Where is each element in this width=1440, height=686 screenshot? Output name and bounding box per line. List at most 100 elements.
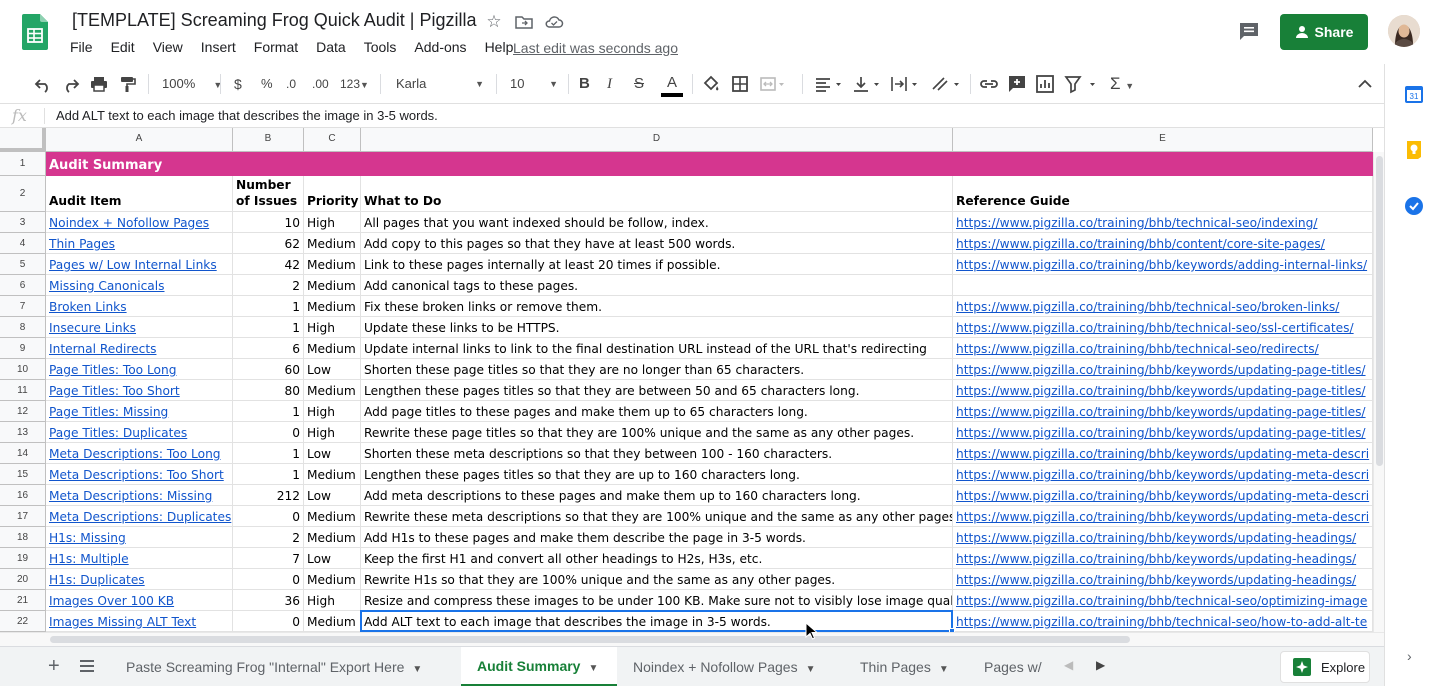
reference-guide-link[interactable] bbox=[953, 275, 1373, 296]
insert-link-icon[interactable] bbox=[979, 74, 999, 94]
issue-count-cell[interactable]: 0 bbox=[233, 506, 304, 527]
priority-cell[interactable]: Medium bbox=[304, 611, 361, 632]
issue-count-cell[interactable]: 60 bbox=[233, 359, 304, 380]
issue-count-cell[interactable]: 62 bbox=[233, 233, 304, 254]
row-header[interactable]: 19 bbox=[0, 548, 46, 569]
row-header[interactable]: 1 bbox=[0, 152, 46, 176]
issue-count-cell[interactable]: 2 bbox=[233, 527, 304, 548]
reference-guide-link[interactable]: https://www.pigzilla.co/training/bhb/key… bbox=[953, 485, 1373, 506]
summary-title-cell[interactable]: Audit Summary bbox=[46, 152, 1373, 176]
insert-chart-icon[interactable] bbox=[1036, 74, 1054, 94]
explore-button[interactable]: Explore bbox=[1280, 651, 1370, 683]
audit-item-link[interactable]: Meta Descriptions: Missing bbox=[46, 485, 233, 506]
scroll-tabs-left-icon[interactable]: ◀ bbox=[1064, 658, 1073, 672]
expand-side-panel-icon[interactable]: › bbox=[1407, 648, 1412, 664]
row-header[interactable]: 10 bbox=[0, 359, 46, 380]
reference-guide-link[interactable]: https://www.pigzilla.co/training/bhb/con… bbox=[953, 233, 1373, 254]
audit-item-link[interactable]: Broken Links bbox=[46, 296, 233, 317]
audit-item-link[interactable]: Page Titles: Too Short bbox=[46, 380, 233, 401]
row-header[interactable]: 12 bbox=[0, 401, 46, 422]
bold-button[interactable]: B bbox=[579, 74, 590, 94]
what-to-do-cell[interactable]: Lengthen these pages titles so that they… bbox=[361, 380, 953, 401]
reference-guide-link[interactable]: https://www.pigzilla.co/training/bhb/key… bbox=[953, 254, 1373, 275]
what-to-do-cell[interactable]: Add canonical tags to these pages. bbox=[361, 275, 953, 296]
reference-guide-link[interactable]: https://www.pigzilla.co/training/bhb/key… bbox=[953, 548, 1373, 569]
issue-count-cell[interactable]: 7 bbox=[233, 548, 304, 569]
audit-item-link[interactable]: Meta Descriptions: Too Long bbox=[46, 443, 233, 464]
reference-guide-link[interactable]: https://www.pigzilla.co/training/bhb/key… bbox=[953, 401, 1373, 422]
horizontal-scrollbar[interactable] bbox=[0, 632, 1384, 646]
what-to-do-cell[interactable]: Rewrite H1s so that they are 100% unique… bbox=[361, 569, 953, 590]
all-sheets-menu-icon[interactable] bbox=[80, 660, 94, 672]
priority-cell[interactable]: Low bbox=[304, 443, 361, 464]
what-to-do-cell[interactable]: Lengthen these pages titles so that they… bbox=[361, 464, 953, 485]
reference-guide-link[interactable]: https://www.pigzilla.co/training/bhb/tec… bbox=[953, 338, 1373, 359]
star-icon[interactable]: ☆ bbox=[484, 12, 504, 32]
issue-count-cell[interactable]: 42 bbox=[233, 254, 304, 275]
collapse-toolbar-icon[interactable] bbox=[1356, 74, 1374, 94]
audit-item-link[interactable]: Images Over 100 KB bbox=[46, 590, 233, 611]
reference-guide-link[interactable]: https://www.pigzilla.co/training/bhb/key… bbox=[953, 464, 1373, 485]
decrease-decimal-button[interactable]: .0 bbox=[286, 74, 296, 94]
what-to-do-cell[interactable]: Add H1s to these pages and make them des… bbox=[361, 527, 953, 548]
priority-cell[interactable]: Medium bbox=[304, 464, 361, 485]
menu-file[interactable]: File bbox=[70, 39, 99, 59]
header-priority[interactable]: Priority bbox=[304, 176, 361, 212]
reference-guide-link[interactable]: https://www.pigzilla.co/training/bhb/tec… bbox=[953, 590, 1373, 611]
issue-count-cell[interactable]: 1 bbox=[233, 464, 304, 485]
reference-guide-link[interactable]: https://www.pigzilla.co/training/bhb/tec… bbox=[953, 296, 1373, 317]
sheet-tab[interactable]: Paste Screaming Frog "Internal" Export H… bbox=[110, 647, 461, 686]
font-size-select[interactable]: 10 ▼ bbox=[510, 74, 560, 94]
priority-cell[interactable]: High bbox=[304, 401, 361, 422]
what-to-do-cell[interactable]: Rewrite these page titles so that they a… bbox=[361, 422, 953, 443]
undo-icon[interactable] bbox=[34, 74, 52, 94]
row-header[interactable]: 18 bbox=[0, 527, 46, 548]
italic-button[interactable]: I bbox=[607, 74, 612, 94]
row-header[interactable]: 8 bbox=[0, 317, 46, 338]
priority-cell[interactable]: Medium bbox=[304, 233, 361, 254]
what-to-do-cell[interactable]: All pages that you want indexed should b… bbox=[361, 212, 953, 233]
vertical-scrollbar[interactable] bbox=[1373, 152, 1384, 632]
priority-cell[interactable]: Medium bbox=[304, 527, 361, 548]
column-header-e[interactable]: E bbox=[953, 128, 1373, 152]
reference-guide-link[interactable]: https://www.pigzilla.co/training/bhb/tec… bbox=[953, 212, 1373, 233]
calendar-icon[interactable]: 31 bbox=[1404, 84, 1424, 104]
audit-item-link[interactable]: Page Titles: Duplicates bbox=[46, 422, 233, 443]
audit-item-link[interactable]: Page Titles: Too Long bbox=[46, 359, 233, 380]
what-to-do-cell[interactable]: Add page titles to these pages and make … bbox=[361, 401, 953, 422]
document-title[interactable]: [TEMPLATE] Screaming Frog Quick Audit | … bbox=[72, 10, 476, 31]
tab-menu-caret-icon[interactable]: ▼ bbox=[588, 663, 598, 674]
issue-count-cell[interactable]: 6 bbox=[233, 338, 304, 359]
issue-count-cell[interactable]: 2 bbox=[233, 275, 304, 296]
scroll-tabs-right-icon[interactable]: ▶ bbox=[1096, 658, 1105, 672]
column-header-b[interactable]: B bbox=[233, 128, 304, 152]
what-to-do-cell[interactable]: Add meta descriptions to these pages and… bbox=[361, 485, 953, 506]
sheet-tab[interactable]: Thin Pages ▼ bbox=[844, 647, 968, 686]
sheet-tab[interactable]: Noindex + Nofollow Pages ▼ bbox=[617, 647, 844, 686]
what-to-do-cell[interactable]: Resize and compress these images to be u… bbox=[361, 590, 953, 611]
priority-cell[interactable]: High bbox=[304, 317, 361, 338]
what-to-do-cell[interactable]: Add ALT text to each image that describe… bbox=[361, 611, 953, 632]
reference-guide-link[interactable]: https://www.pigzilla.co/training/bhb/key… bbox=[953, 380, 1373, 401]
audit-item-link[interactable]: Images Missing ALT Text bbox=[46, 611, 233, 632]
issue-count-cell[interactable]: 10 bbox=[233, 212, 304, 233]
issue-count-cell[interactable]: 80 bbox=[233, 380, 304, 401]
reference-guide-link[interactable]: https://www.pigzilla.co/training/bhb/tec… bbox=[953, 611, 1373, 632]
menu-edit[interactable]: Edit bbox=[111, 39, 141, 59]
header-what-to-do[interactable]: What to Do bbox=[361, 176, 953, 212]
issue-count-cell[interactable]: 0 bbox=[233, 611, 304, 632]
priority-cell[interactable]: Medium bbox=[304, 569, 361, 590]
keep-icon[interactable] bbox=[1404, 140, 1424, 160]
strikethrough-button[interactable]: S bbox=[634, 74, 644, 94]
row-header[interactable]: 5 bbox=[0, 254, 46, 275]
column-header-d[interactable]: D bbox=[361, 128, 953, 152]
fill-color-icon[interactable] bbox=[702, 74, 720, 94]
column-header-a[interactable]: A bbox=[46, 128, 233, 152]
header-number-of-issues[interactable]: Number of Issues bbox=[233, 176, 304, 212]
priority-cell[interactable]: Medium bbox=[304, 254, 361, 275]
tasks-icon[interactable] bbox=[1404, 196, 1424, 216]
issue-count-cell[interactable]: 36 bbox=[233, 590, 304, 611]
reference-guide-link[interactable]: https://www.pigzilla.co/training/bhb/key… bbox=[953, 359, 1373, 380]
menu-format[interactable]: Format bbox=[254, 39, 304, 59]
row-header[interactable]: 20 bbox=[0, 569, 46, 590]
